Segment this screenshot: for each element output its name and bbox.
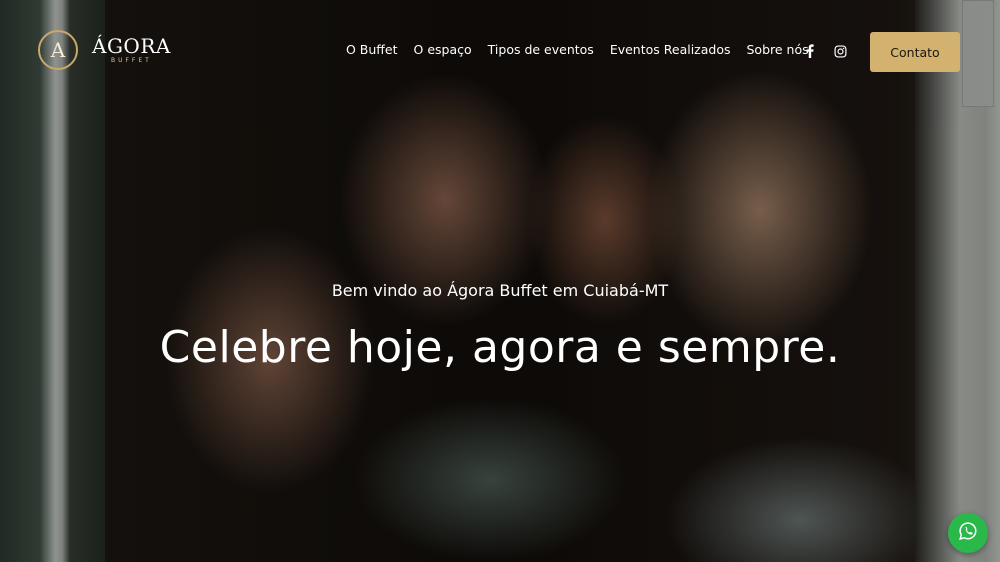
whatsapp-button[interactable] — [948, 513, 988, 553]
nav-item-sobre-nos[interactable]: Sobre nós — [747, 42, 809, 57]
logo-name: ÁGORA — [92, 34, 171, 58]
hero-headline: Celebre hoje, agora e sempre. — [159, 322, 841, 373]
main-nav: O Buffet O espaço Tipos de eventos Event… — [346, 42, 825, 57]
hero-welcome-text: Bem vindo ao Ágora Buffet em Cuiabá-MT — [331, 281, 669, 300]
logo-emblem-icon: A — [38, 30, 78, 70]
nav-item-eventos-realizados[interactable]: Eventos Realizados — [610, 42, 731, 57]
nav-item-o-espaco[interactable]: O espaço — [414, 42, 472, 57]
facebook-icon[interactable] — [802, 43, 818, 59]
nav-item-tipos-de-eventos[interactable]: Tipos de eventos — [488, 42, 594, 57]
whatsapp-icon — [958, 521, 978, 545]
contact-button[interactable]: Contato — [870, 32, 960, 72]
logo-subtitle: BUFFET — [110, 57, 152, 64]
social-links — [802, 43, 848, 59]
logo-emblem-letter: A — [50, 38, 66, 62]
site-logo[interactable]: A ÁGORA BUFFET — [38, 30, 171, 70]
instagram-icon[interactable] — [832, 43, 848, 59]
site-header: A ÁGORA BUFFET O Buffet O espaço Tipos d… — [0, 0, 1000, 100]
nav-item-o-buffet[interactable]: O Buffet — [346, 42, 398, 57]
logo-wordmark: ÁGORA BUFFET — [92, 35, 171, 65]
